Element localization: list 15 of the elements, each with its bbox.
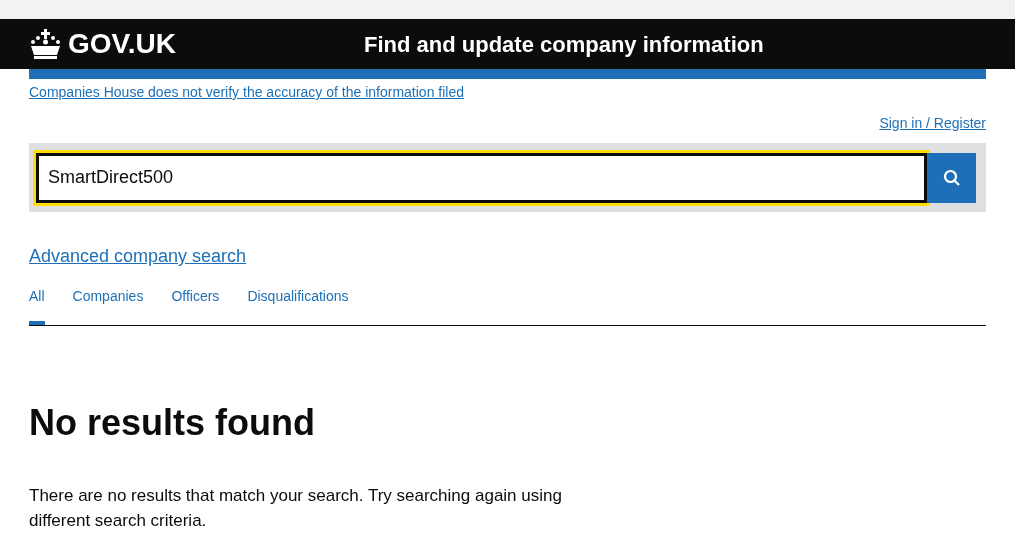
search-field[interactable]: SmartDirect500 [36, 152, 927, 203]
no-results-message: There are no results that match your search. Try searching again using different search criteria. [29, 485, 563, 532]
tab[interactable]: Officers [171, 285, 220, 325]
service-name[interactable]: Find and update company information [364, 27, 764, 61]
crown-icon [29, 29, 62, 59]
page-heading: No results found [29, 401, 316, 445]
govuk-logo[interactable]: GOV.UK [68, 30, 176, 58]
advanced-search-link[interactable]: Advanced company search [29, 246, 247, 266]
tab[interactable]: Companies [72, 285, 144, 325]
search-button[interactable] [927, 152, 976, 203]
search-icon [942, 168, 961, 187]
disclaimer-link[interactable]: Companies House does not verify the accuracy of the information filed [29, 84, 464, 100]
tab[interactable]: Disqualifications [247, 285, 349, 325]
sign-in-link[interactable]: Sign in / Register [879, 113, 986, 134]
tab[interactable]: All [29, 285, 45, 325]
